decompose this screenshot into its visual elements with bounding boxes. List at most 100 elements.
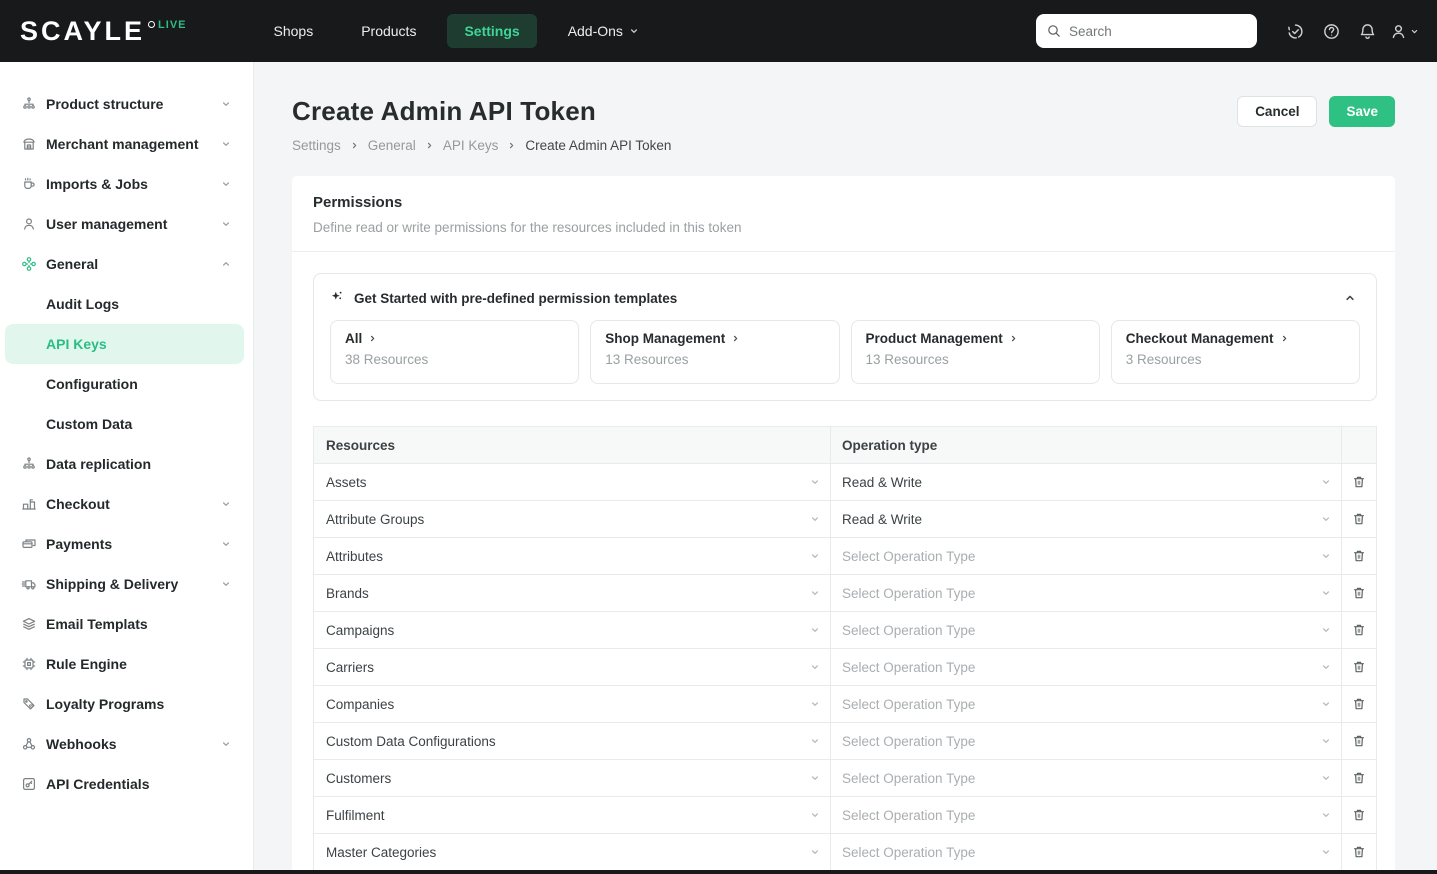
sidebar-item-configuration[interactable]: Configuration (0, 364, 253, 404)
notifications-bell-icon[interactable] (1353, 17, 1381, 45)
breadcrumb-settings[interactable]: Settings (292, 138, 341, 153)
help-icon[interactable] (1317, 17, 1345, 45)
save-button[interactable]: Save (1329, 96, 1395, 127)
operation-type-select[interactable]: Select Operation Type (831, 760, 1342, 796)
collapse-chevron-up-icon[interactable] (1340, 288, 1360, 308)
operation-type-select[interactable]: Select Operation Type (831, 834, 1342, 870)
sidebar-item-label: Product structure (46, 96, 164, 112)
nav-item-shops[interactable]: Shops (257, 14, 331, 48)
templates-title: Get Started with pre-defined permission … (354, 290, 678, 306)
operation-type-select[interactable]: Select Operation Type (831, 649, 1342, 685)
resource-select[interactable]: Master Categories (314, 834, 831, 870)
resource-select[interactable]: Custom Data Configurations (314, 723, 831, 759)
delete-row-button[interactable] (1349, 805, 1369, 825)
delete-row-button[interactable] (1349, 768, 1369, 788)
nav-item-label: Add-Ons (567, 23, 623, 39)
resource-select[interactable]: Brands (314, 575, 831, 611)
chevron-down-icon (810, 662, 820, 672)
sidebar-item-webhooks[interactable]: Webhooks (0, 724, 253, 764)
nav-item-add-ons[interactable]: Add-Ons (551, 14, 656, 48)
delete-row-button[interactable] (1349, 694, 1369, 714)
resource-value: Carriers (326, 659, 375, 675)
sparkle-icon (330, 290, 346, 306)
sidebar-item-audit-logs[interactable]: Audit Logs (0, 284, 253, 324)
sidebar-item-imports-jobs[interactable]: Imports & Jobs (0, 164, 253, 204)
sidebar-item-rule-engine[interactable]: Rule Engine (0, 644, 253, 684)
resource-select[interactable]: Assets (314, 464, 831, 500)
sidebar-item-checkout[interactable]: Checkout (0, 484, 253, 524)
operation-type-select[interactable]: Select Operation Type (831, 538, 1342, 574)
operation-type-select[interactable]: Select Operation Type (831, 686, 1342, 722)
delete-row-button[interactable] (1349, 583, 1369, 603)
resource-select[interactable]: Customers (314, 760, 831, 796)
user-menu[interactable] (1389, 22, 1419, 41)
table-row-custom-data-configurations: Custom Data Configurations Select Operati… (314, 723, 1376, 760)
cancel-button[interactable]: Cancel (1237, 96, 1318, 127)
trash-icon (1351, 474, 1367, 490)
delete-row-button[interactable] (1349, 620, 1369, 640)
nav-item-settings[interactable]: Settings (447, 14, 537, 48)
permissions-subtitle: Define read or write permissions for the… (313, 220, 742, 235)
breadcrumb-api-keys[interactable]: API Keys (443, 138, 499, 153)
template-card-checkout-management[interactable]: Checkout Management 3 Resources (1110, 320, 1360, 384)
sidebar-item-product-structure[interactable]: Product structure (0, 84, 253, 124)
chevron-down-icon (1321, 514, 1331, 524)
operation-type-select[interactable]: Read & Write (831, 501, 1342, 537)
template-card-product-management[interactable]: Product Management 13 Resources (850, 320, 1100, 384)
resource-select[interactable]: Campaigns (314, 612, 831, 648)
sidebar-item-general[interactable]: General (0, 244, 253, 284)
sidebar-item-loyalty-programs[interactable]: Loyalty Programs (0, 684, 253, 724)
sidebar-item-label: Webhooks (46, 736, 117, 752)
search-icon (1046, 23, 1062, 39)
sidebar-item-user-management[interactable]: User management (0, 204, 253, 244)
resource-select[interactable]: Fulfilment (314, 797, 831, 833)
sidebar-item-email-templats[interactable]: Email Templats (0, 604, 253, 644)
global-search[interactable] (1036, 14, 1257, 48)
chevron-down-icon (221, 179, 231, 189)
permissions-title: Permissions (313, 194, 403, 211)
sidebar-item-payments[interactable]: Payments (0, 524, 253, 564)
resource-value: Master Categories (326, 844, 437, 860)
resource-select[interactable]: Companies (314, 686, 831, 722)
sidebar-item-api-credentials[interactable]: API Credentials (0, 764, 253, 804)
sidebar-item-label: Audit Logs (46, 296, 120, 312)
activity-history-icon[interactable] (1281, 17, 1309, 45)
scayle-logo[interactable]: SCAYLE LIVE (20, 17, 187, 45)
chevron-down-icon (810, 477, 820, 487)
shipping-icon (20, 576, 37, 592)
delete-row-button[interactable] (1349, 546, 1369, 566)
delete-row-button[interactable] (1349, 472, 1369, 492)
template-card-shop-management[interactable]: Shop Management 13 Resources (590, 320, 840, 384)
nav-item-products[interactable]: Products (344, 14, 433, 48)
header-resources: Resources (314, 427, 831, 463)
resource-select[interactable]: Carriers (314, 649, 831, 685)
chevron-right-icon (368, 334, 377, 343)
sidebar-item-api-keys[interactable]: API Keys (5, 324, 244, 364)
operation-type-select[interactable]: Select Operation Type (831, 575, 1342, 611)
search-input[interactable] (1069, 23, 1247, 39)
delete-row-button[interactable] (1349, 842, 1369, 862)
sidebar-item-label: Configuration (46, 376, 138, 392)
sidebar-item-data-replication[interactable]: Data replication (0, 444, 253, 484)
template-card-all[interactable]: All 38 Resources (330, 320, 580, 384)
table-header-row: Resources Operation type (314, 427, 1376, 464)
delete-row-button[interactable] (1349, 657, 1369, 677)
operation-type-select[interactable]: Select Operation Type (831, 797, 1342, 833)
operation-type-select[interactable]: Select Operation Type (831, 723, 1342, 759)
resource-select[interactable]: Attributes (314, 538, 831, 574)
nav-item-label: Products (361, 23, 417, 39)
breadcrumb-general[interactable]: General (368, 138, 416, 153)
navbar-right (1036, 0, 1419, 62)
operation-type-select[interactable]: Select Operation Type (831, 612, 1342, 648)
nav-item-label: Shops (273, 23, 314, 39)
chevron-right-icon (507, 141, 516, 150)
operation-type-select[interactable]: Read & Write (831, 464, 1342, 500)
delete-row-button[interactable] (1349, 731, 1369, 751)
sidebar-item-custom-data[interactable]: Custom Data (0, 404, 253, 444)
delete-row-button[interactable] (1349, 509, 1369, 529)
templates-panel: Get Started with pre-defined permission … (313, 273, 1377, 401)
resource-select[interactable]: Attribute Groups (314, 501, 831, 537)
sidebar-item-shipping-delivery[interactable]: Shipping & Delivery (0, 564, 253, 604)
template-card-count: 13 Resources (865, 352, 949, 367)
sidebar-item-merchant-management[interactable]: Merchant management (0, 124, 253, 164)
